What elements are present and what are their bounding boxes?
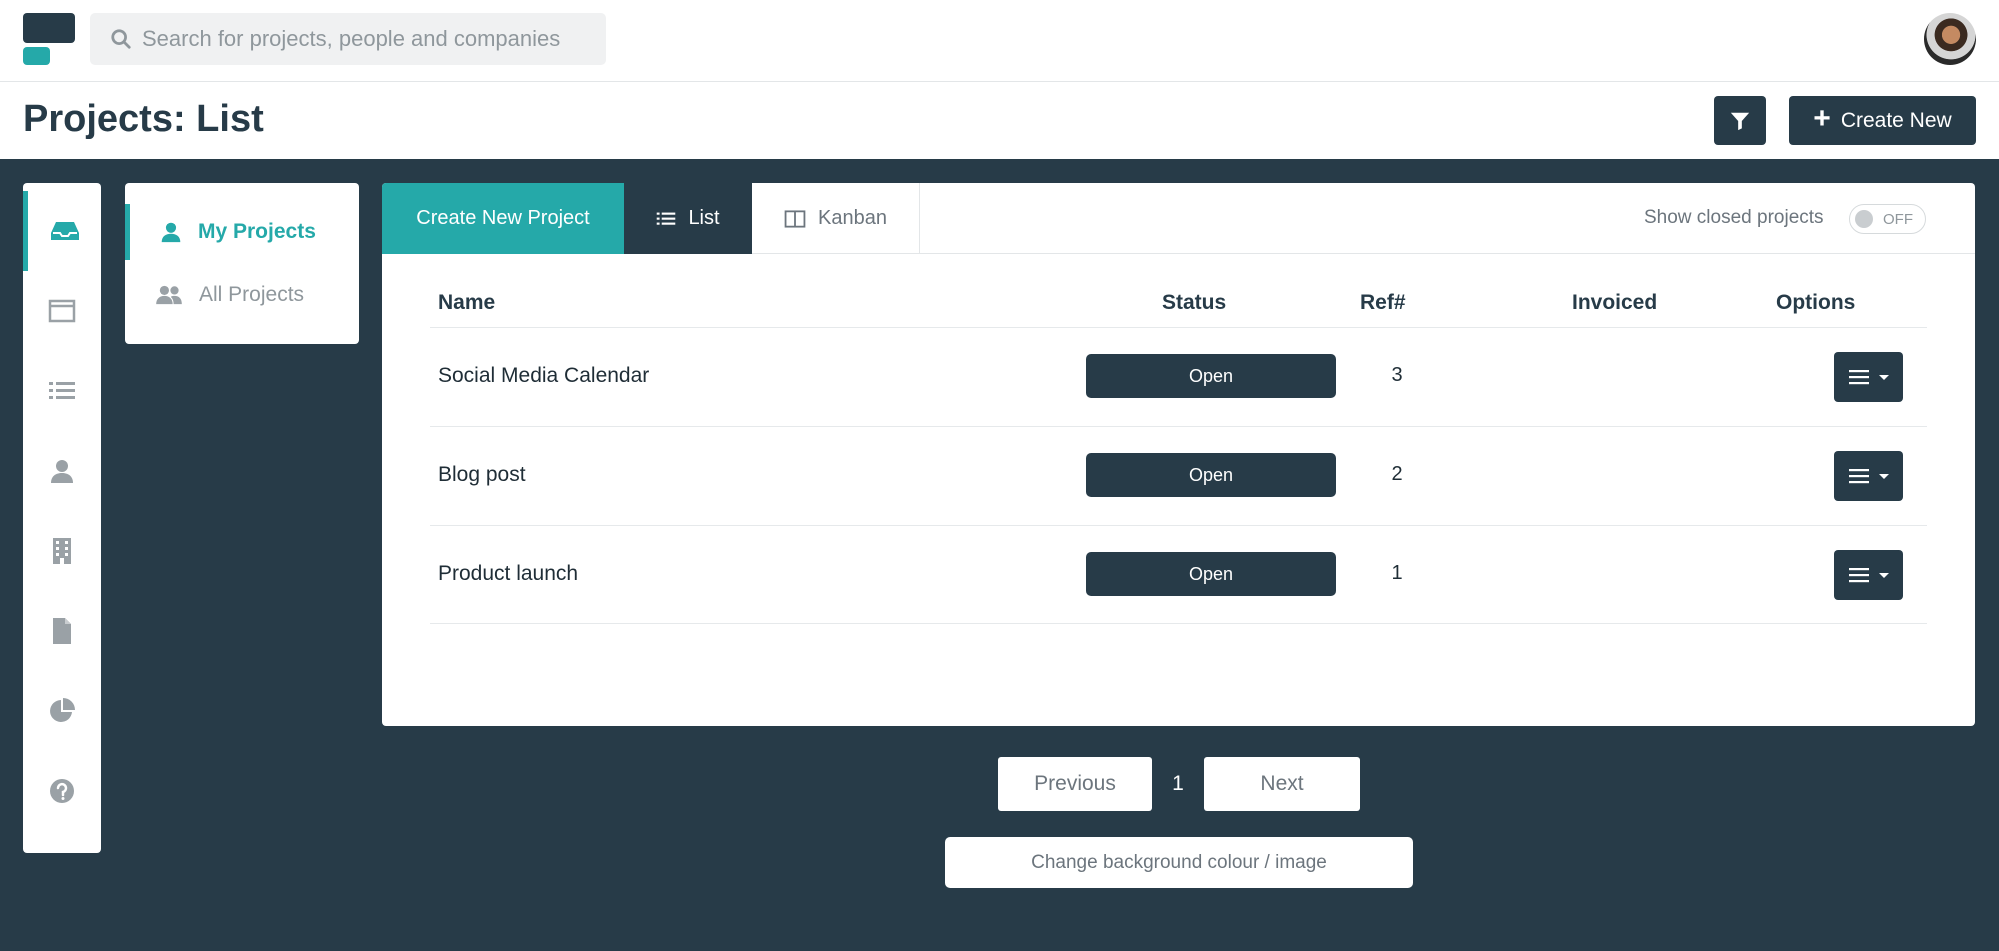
header-options: Options	[1776, 291, 1856, 314]
pie-chart-icon	[50, 698, 75, 722]
previous-page-button[interactable]: Previous	[998, 757, 1152, 811]
inbox-icon	[50, 222, 79, 240]
create-new-label: Create New	[1840, 108, 1952, 132]
app-logo[interactable]	[23, 13, 75, 67]
row-options-button[interactable]	[1834, 550, 1903, 600]
header-name[interactable]: Name	[438, 291, 495, 315]
status-badge[interactable]: Open	[1086, 552, 1336, 596]
nav-my-projects[interactable]: My Projects	[125, 204, 359, 260]
search-placeholder: Search for projects, people and companie…	[142, 26, 561, 51]
top-bar: Search for projects, people and companie…	[0, 0, 1999, 82]
table-row: Product launch Open 1	[430, 525, 1927, 624]
create-new-project-button[interactable]: Create New Project	[382, 183, 624, 254]
kanban-icon	[784, 209, 806, 228]
next-page-button[interactable]: Next	[1204, 757, 1360, 811]
nav-all-projects-label: All Projects	[199, 283, 305, 306]
nav-my-projects-label: My Projects	[198, 220, 316, 243]
status-badge[interactable]: Open	[1086, 453, 1336, 497]
user-avatar[interactable]	[1924, 13, 1976, 65]
row-options-button[interactable]	[1834, 352, 1903, 402]
show-closed-toggle[interactable]: OFF	[1849, 204, 1926, 234]
user-icon	[51, 460, 73, 483]
nav-all-projects[interactable]: All Projects	[125, 267, 359, 323]
user-icon	[161, 222, 181, 243]
menu-icon	[1848, 469, 1869, 484]
change-background-button[interactable]: Change background colour / image	[945, 837, 1413, 888]
row-options-button[interactable]	[1834, 451, 1903, 501]
building-icon	[53, 538, 71, 564]
list-icon	[49, 382, 75, 399]
create-new-project-label: Create New Project	[416, 207, 590, 229]
list-icon	[657, 212, 676, 225]
project-ref: 2	[1391, 463, 1403, 485]
rail-item-documents[interactable]	[23, 591, 101, 671]
projects-nav: My Projects All Projects	[125, 183, 359, 344]
header-ref[interactable]: Ref#	[1360, 291, 1406, 315]
show-closed-label: Show closed projects	[1644, 207, 1824, 228]
rail-item-list[interactable]	[23, 351, 101, 431]
document-icon	[53, 618, 71, 644]
header-status[interactable]: Status	[1162, 291, 1226, 315]
search-icon	[111, 29, 131, 49]
tab-list-label: List	[688, 207, 720, 229]
rail-item-inbox[interactable]	[23, 191, 101, 271]
menu-icon	[1848, 370, 1869, 385]
project-ref: 3	[1391, 364, 1403, 386]
project-name[interactable]: Social Media Calendar	[438, 364, 649, 388]
rail-item-reports[interactable]	[23, 671, 101, 751]
filter-button[interactable]	[1714, 96, 1766, 145]
help-icon	[50, 779, 74, 803]
tab-kanban-label: Kanban	[818, 207, 887, 229]
projects-panel: Create New Project List Kanban Show clos…	[382, 183, 1975, 726]
users-icon	[156, 285, 182, 305]
rail-item-people[interactable]	[23, 431, 101, 511]
status-badge[interactable]: Open	[1086, 354, 1336, 398]
page-header: Projects: List + Create New	[0, 82, 1999, 159]
project-name[interactable]: Product launch	[438, 562, 578, 586]
tab-kanban[interactable]: Kanban	[752, 183, 920, 254]
table-row: Social Media Calendar Open 3	[430, 327, 1927, 426]
rail-item-companies[interactable]	[23, 511, 101, 591]
toggle-state: OFF	[1883, 211, 1913, 228]
tab-list[interactable]: List	[624, 183, 752, 254]
menu-icon	[1848, 568, 1869, 583]
table-row: Blog post Open 2	[430, 426, 1927, 525]
create-new-button[interactable]: + Create New	[1789, 96, 1976, 145]
rail-item-help[interactable]	[23, 751, 101, 831]
caret-down-icon	[1878, 572, 1889, 578]
project-name[interactable]: Blog post	[438, 463, 526, 487]
caret-down-icon	[1878, 473, 1889, 479]
current-page: 1	[1172, 772, 1184, 795]
filter-icon	[1730, 112, 1750, 130]
browser-window-icon	[48, 299, 76, 323]
view-tabs: Create New Project List Kanban Show clos…	[382, 183, 1975, 254]
page-title: Projects: List	[23, 98, 264, 140]
caret-down-icon	[1878, 374, 1889, 380]
project-ref: 1	[1391, 562, 1403, 584]
icon-sidebar	[23, 183, 101, 853]
search-input[interactable]: Search for projects, people and companie…	[90, 13, 606, 65]
rail-item-window[interactable]	[23, 271, 101, 351]
toggle-knob	[1855, 210, 1873, 228]
header-invoiced[interactable]: Invoiced	[1572, 291, 1657, 315]
plus-icon: +	[1813, 102, 1831, 135]
